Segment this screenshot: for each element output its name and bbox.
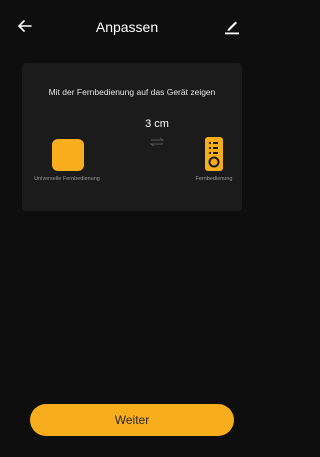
distance-value: 3 cm bbox=[145, 118, 169, 130]
universal-remote-icon bbox=[52, 139, 84, 171]
swap-arrows-icon bbox=[144, 134, 170, 147]
page-title: Anpassen bbox=[95, 19, 159, 35]
universal-remote-label: Universelle Fernbedienung bbox=[34, 176, 100, 182]
remote-label: Fernbedienung bbox=[195, 176, 233, 182]
edit-button[interactable] bbox=[220, 16, 244, 40]
pairing-card: Mit der Fernbedienung auf das Gerät zeig… bbox=[22, 63, 242, 211]
next-button[interactable]: Weiter bbox=[30, 404, 234, 436]
instruction-text: Mit der Fernbedienung auf das Gerät zeig… bbox=[48, 87, 216, 97]
remote-control-icon bbox=[205, 137, 223, 171]
top-bar: Anpassen bbox=[0, 0, 254, 58]
pencil-icon bbox=[223, 17, 241, 40]
screen: Anpassen Mit der Fernbedienung auf das G… bbox=[0, 0, 254, 457]
